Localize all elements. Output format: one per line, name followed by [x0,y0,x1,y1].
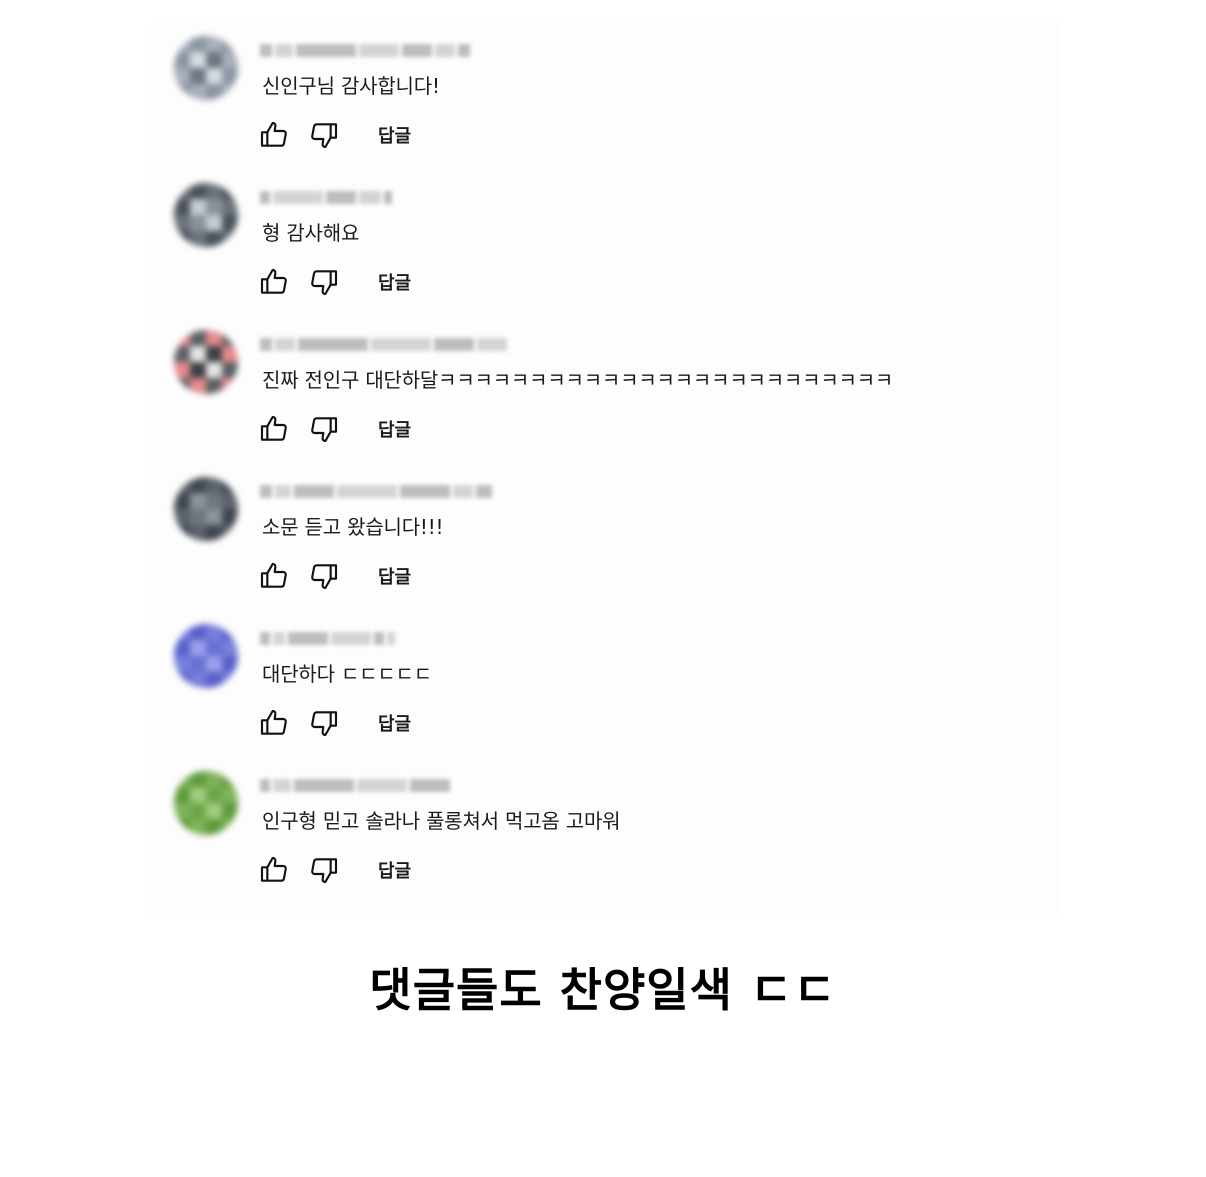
avatar[interactable] [174,624,238,688]
author-name-blurred[interactable] [260,777,450,793]
comment-item: 소문 듣고 왔습니다!!! 답글 [150,463,1060,610]
reply-button[interactable]: 답글 [378,857,411,883]
comment-item: 대단하다 ㄷㄷㄷㄷㄷ 답글 [150,610,1060,757]
thumbs-down-icon[interactable] [306,412,342,446]
comment-actions: 답글 [256,559,411,593]
comment-item: 형 감사해요답글 [150,169,1060,316]
comment-actions: 답글 [256,118,411,152]
reply-button[interactable]: 답글 [378,269,411,295]
avatar[interactable] [174,183,238,247]
thumbs-down-icon[interactable] [306,559,342,593]
thumbs-down-icon[interactable] [306,265,342,299]
avatar[interactable] [174,330,238,394]
comment-list: 신인구님 감사합니다! 답글 형 감사해요 답글 진짜 전인구 대단하달ㅋㅋㅋㅋㅋㅋㅋㅋ… [150,22,1060,917]
comment-text: 형 감사해요 [262,221,360,245]
author-name-blurred[interactable] [260,42,470,58]
thumbs-up-icon[interactable] [256,706,292,740]
comment-actions: 답글 [256,853,411,887]
caption: 댓글들도 찬양일색 ㄷㄷ [369,963,837,1017]
author-name-blurred[interactable] [260,483,492,499]
comment-actions: 답글 [256,265,411,299]
thumbs-up-icon[interactable] [256,559,292,593]
thumbs-up-icon[interactable] [256,853,292,887]
reply-button[interactable]: 답글 [378,122,411,148]
comment-text: 인구형 믿고 솔라나 풀롱쳐서 먹고옴 고마워 [262,809,621,833]
comment-text: 소문 듣고 왔습니다!!! [262,515,444,539]
author-name-blurred[interactable] [260,189,392,205]
thumbs-up-icon[interactable] [256,412,292,446]
avatar[interactable] [174,771,238,835]
comment-text: 대단하다 ㄷㄷㄷㄷㄷ [262,662,432,686]
comment-item: 신인구님 감사합니다! 답글 [150,22,1060,169]
comment-actions: 답글 [256,706,411,740]
reply-button[interactable]: 답글 [378,563,411,589]
author-name-blurred[interactable] [260,336,507,352]
comment-text: 신인구님 감사합니다! [262,74,440,98]
thumbs-down-icon[interactable] [306,706,342,740]
reply-button[interactable]: 답글 [378,710,411,736]
comment-item: 인구형 믿고 솔라나 풀롱쳐서 먹고옴 고마워답글 [150,757,1060,904]
thumbs-down-icon[interactable] [306,118,342,152]
thumbs-down-icon[interactable] [306,853,342,887]
reply-button[interactable]: 답글 [378,416,411,442]
comment-actions: 답글 [256,412,411,446]
author-name-blurred[interactable] [260,630,395,646]
comment-item: 진짜 전인구 대단하달ㅋㅋㅋㅋㅋㅋㅋㅋㅋㅋㅋㅋㅋㅋㅋㅋㅋㅋㅋㅋㅋㅋㅋㅋㅋ 답글 [150,316,1060,463]
thumbs-up-icon[interactable] [256,265,292,299]
thumbs-up-icon[interactable] [256,118,292,152]
comment-text: 진짜 전인구 대단하달ㅋㅋㅋㅋㅋㅋㅋㅋㅋㅋㅋㅋㅋㅋㅋㅋㅋㅋㅋㅋㅋㅋㅋㅋㅋ [262,368,894,392]
avatar[interactable] [174,36,238,100]
avatar[interactable] [174,477,238,541]
